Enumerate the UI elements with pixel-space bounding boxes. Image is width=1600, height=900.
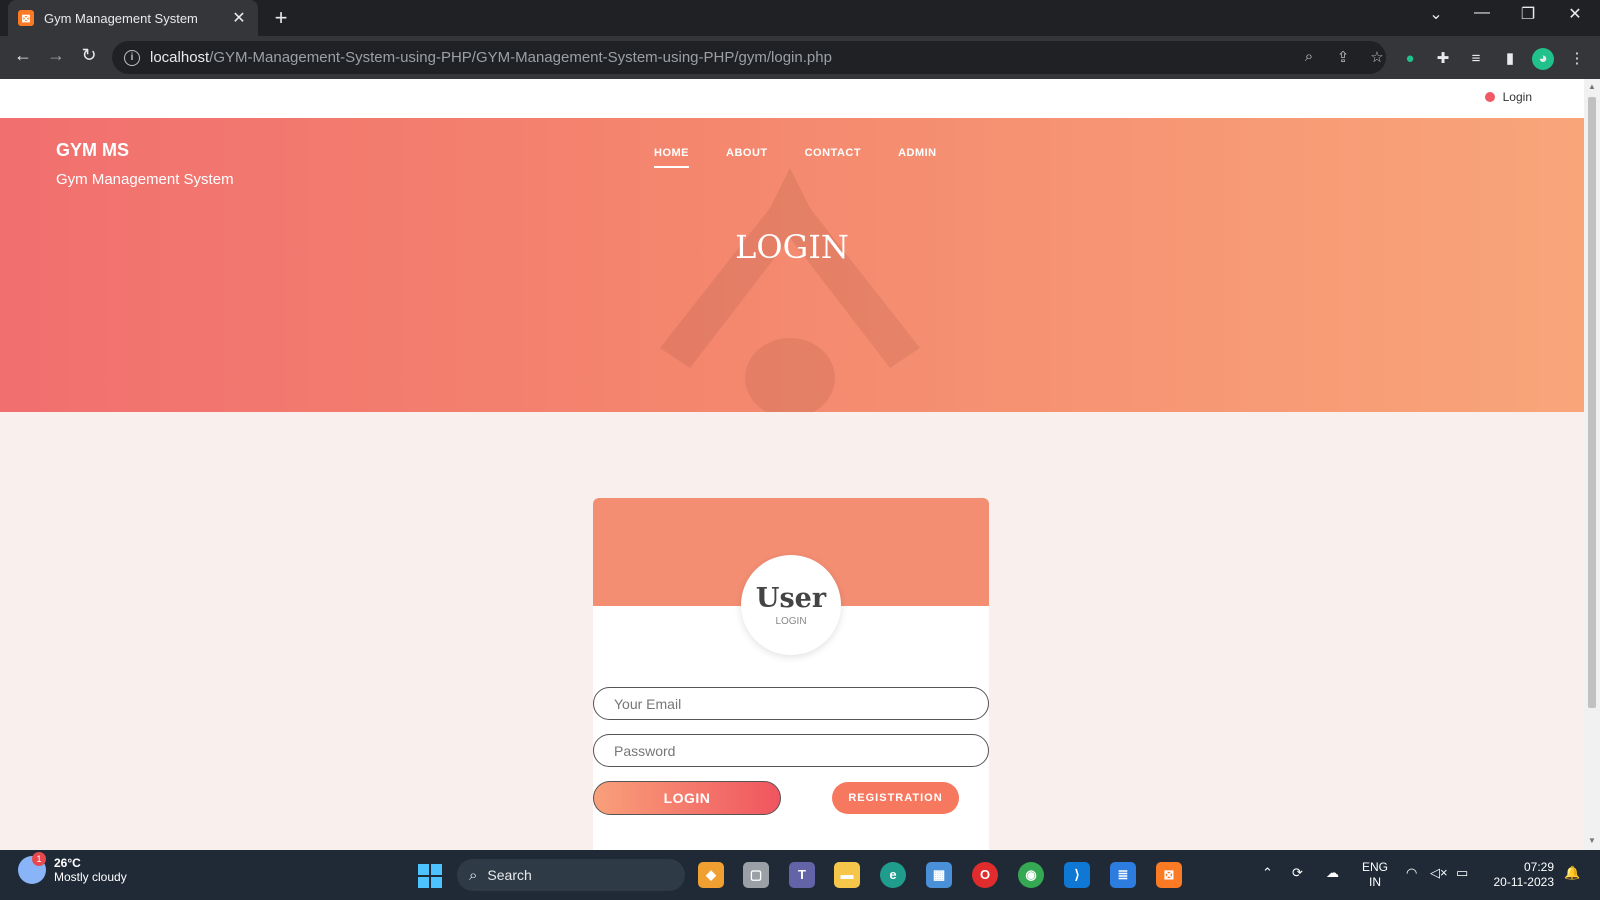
url-host: localhost — [150, 49, 210, 66]
chrome-icon[interactable]: ◉ — [1018, 862, 1044, 888]
password-field[interactable] — [593, 734, 989, 767]
scroll-down-icon[interactable]: ▼ — [1584, 836, 1600, 845]
onedrive-icon[interactable]: ☁ — [1326, 865, 1339, 881]
copilot-icon[interactable]: ◆ — [698, 862, 724, 888]
login-button[interactable]: LOGIN — [593, 781, 781, 815]
menu-item-admin[interactable]: ADMIN — [898, 147, 937, 168]
taskbar-search-label: Search — [487, 867, 532, 883]
top-login-link[interactable]: Login — [1484, 90, 1532, 104]
teams-icon[interactable]: T — [789, 862, 815, 888]
notepad-icon[interactable]: ≣ — [1110, 862, 1136, 888]
new-tab-icon[interactable]: + — [268, 5, 294, 31]
profile-avatar-icon[interactable]: ◕ — [1532, 48, 1554, 70]
menu-kebab-icon[interactable]: ⋮ — [1566, 48, 1588, 70]
weightlifter-background-icon — [660, 168, 920, 412]
back-icon[interactable]: ← — [10, 45, 36, 66]
task-view-icon[interactable]: ▢ — [743, 862, 769, 888]
address-toolbar: ← → ↻ i localhost/GYM-Management-System-… — [0, 36, 1600, 79]
volume-muted-icon[interactable]: ◁× — [1430, 865, 1448, 881]
vscode-icon[interactable]: ⟩ — [1064, 862, 1090, 888]
minimize-icon[interactable]: — — [1465, 4, 1499, 22]
brand-subtitle: Gym Management System — [56, 171, 234, 188]
clock[interactable]: 07:29 20-11-2023 — [1488, 860, 1555, 890]
side-panel-icon[interactable]: ▮ — [1499, 48, 1521, 70]
scroll-up-icon[interactable]: ▲ — [1584, 82, 1600, 91]
brand-name[interactable]: GYM MS — [56, 140, 234, 161]
search-icon: ⌕ — [469, 866, 478, 884]
share-icon[interactable]: ⇪ — [1332, 48, 1354, 66]
weather-desc: Mostly cloudy — [54, 870, 127, 884]
wifi-icon[interactable]: ◠ — [1406, 865, 1417, 881]
url-path: /GYM-Management-System-using-PHP/GYM-Man… — [209, 49, 832, 66]
clock-date: 20-11-2023 — [1493, 875, 1555, 889]
menu-item-contact[interactable]: CONTACT — [805, 147, 861, 168]
avatar-subtitle: LOGIN — [775, 616, 807, 627]
tab-title: Gym Management System — [44, 10, 198, 26]
top-login-label: Login — [1502, 90, 1532, 104]
opera-icon[interactable]: O — [972, 862, 998, 888]
bookmark-star-icon[interactable]: ☆ — [1366, 48, 1388, 66]
sync-icon[interactable]: ⟳ — [1292, 865, 1303, 881]
menu-item-about[interactable]: ABOUT — [726, 147, 768, 168]
edge-icon[interactable]: e — [880, 862, 906, 888]
language-indicator[interactable]: ENG IN — [1362, 860, 1388, 890]
weather-temp: 26°C — [54, 856, 81, 870]
clock-time: 07:29 — [1523, 860, 1554, 874]
extensions-icon[interactable]: ✚ — [1432, 48, 1454, 70]
lang-region: IN — [1369, 875, 1381, 889]
close-tab-icon[interactable]: ✕ — [230, 8, 248, 28]
battery-icon[interactable]: ▭ — [1456, 865, 1468, 881]
tray-chevron-icon[interactable]: ⌃ — [1262, 865, 1273, 881]
omnibox[interactable]: i localhost/GYM-Management-System-using-… — [112, 41, 1386, 74]
restore-icon[interactable]: ❐ — [1511, 4, 1545, 24]
reload-icon[interactable]: ↻ — [76, 45, 102, 66]
notification-bell-icon[interactable]: 🔔 — [1564, 865, 1580, 881]
top-bar: Login — [0, 79, 1584, 118]
site-info-icon[interactable]: i — [124, 49, 140, 66]
browser-tab-bar: ⊠ Gym Management System ✕ + ⌄ — ❐ ✕ — [0, 0, 1600, 36]
cloudy-weather-icon: 1 — [18, 852, 46, 884]
hero-banner: GYM MS Gym Management System HOME ABOUT … — [0, 118, 1584, 412]
grammarly-icon[interactable]: ● — [1399, 48, 1421, 70]
page-scrollbar[interactable]: ▲ ▼ — [1584, 79, 1600, 850]
user-avatar: User LOGIN — [741, 555, 841, 655]
tab-search-icon[interactable]: ⌄ — [1419, 4, 1453, 24]
email-field[interactable] — [593, 687, 989, 720]
user-icon — [1484, 92, 1495, 102]
scroll-thumb[interactable] — [1588, 97, 1596, 708]
lang-primary: ENG — [1362, 860, 1389, 874]
brand: GYM MS Gym Management System — [56, 140, 234, 188]
web-page: Login GYM MS Gym Management System HOME … — [0, 79, 1584, 850]
windows-start-icon[interactable] — [418, 864, 442, 888]
windows-taskbar: 1 26°C Mostly cloudy ⌕ Search ◆ ▢ T ▬ e … — [0, 850, 1600, 900]
xampp-taskbar-icon[interactable]: ⊠ — [1156, 862, 1182, 888]
menu-item-home[interactable]: HOME — [654, 147, 689, 168]
zoom-icon[interactable]: ⌕ — [1298, 48, 1320, 65]
weather-badge: 1 — [32, 852, 46, 866]
close-window-icon[interactable]: ✕ — [1558, 4, 1592, 24]
weather-widget[interactable]: 1 26°C Mostly cloudy — [18, 852, 127, 884]
main-menu: HOME ABOUT CONTACT ADMIN — [654, 147, 937, 168]
hero-title: LOGIN — [735, 228, 849, 266]
registration-button[interactable]: REGISTRATION — [832, 782, 959, 814]
microsoft-store-icon[interactable]: ▦ — [926, 862, 952, 888]
xampp-icon: ⊠ — [18, 10, 34, 26]
taskbar-search[interactable]: ⌕ Search — [457, 859, 685, 891]
url-text[interactable]: localhost/GYM-Management-System-using-PH… — [150, 49, 832, 66]
forward-icon[interactable]: → — [43, 45, 69, 66]
media-control-icon[interactable]: ≡ — [1465, 48, 1487, 70]
file-explorer-icon[interactable]: ▬ — [834, 862, 860, 888]
avatar-title: User — [755, 583, 827, 614]
browser-tab[interactable]: ⊠ Gym Management System ✕ — [8, 0, 258, 36]
